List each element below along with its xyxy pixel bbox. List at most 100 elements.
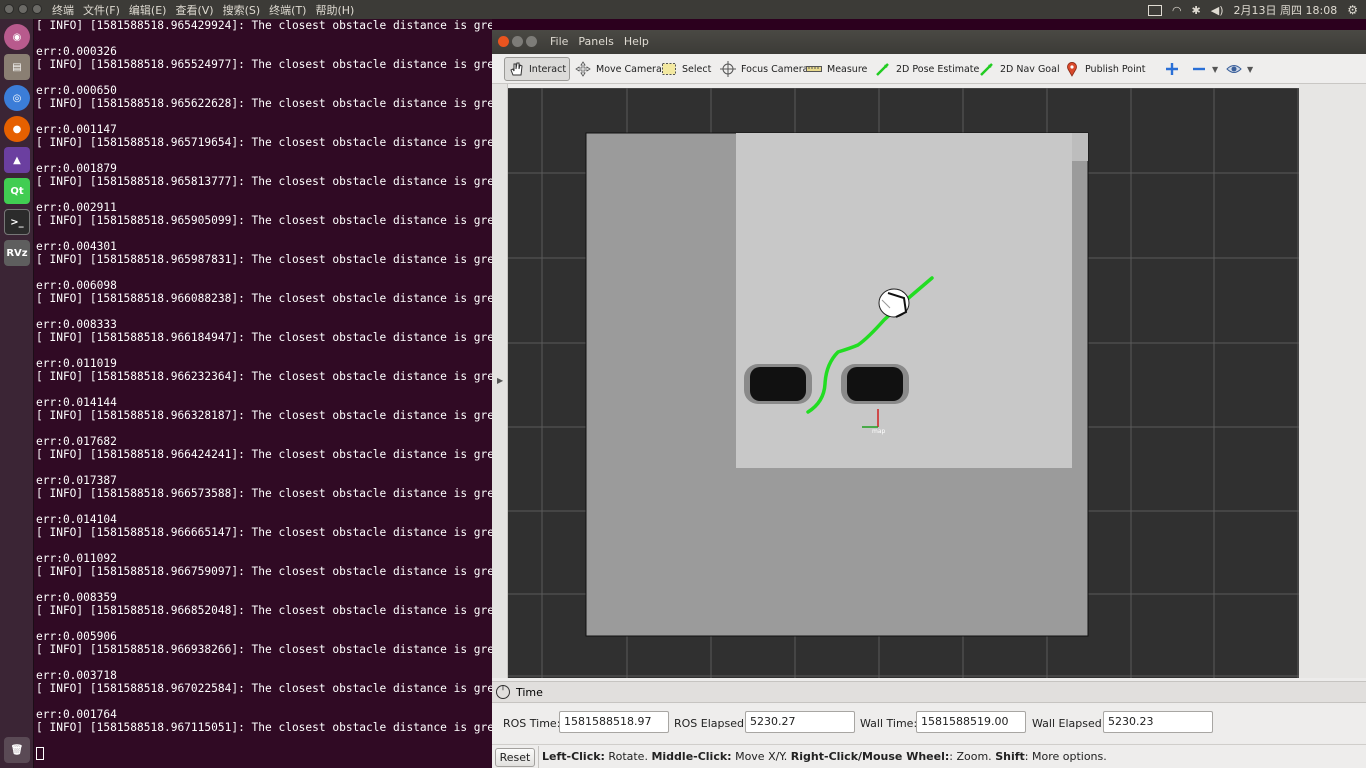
- bluetooth-icon[interactable]: ✱: [1192, 4, 1201, 17]
- app-icon[interactable]: ▲: [4, 147, 30, 173]
- firefox-icon[interactable]: ●: [4, 116, 30, 142]
- terminal-err-line: err:0.008333: [36, 318, 117, 331]
- terminal-info-line: [ INFO] [1581588518.965429924]: The clos…: [36, 19, 492, 32]
- hint-right-click-text: : Zoom.: [949, 750, 996, 763]
- menu-edit[interactable]: 编辑(E): [129, 2, 167, 18]
- terminal-info-line: [ INFO] [1581588518.965622628]: The clos…: [36, 97, 492, 110]
- maximize-icon[interactable]: [32, 4, 42, 14]
- time-panel-header: ╵ Time: [492, 681, 1366, 703]
- terminal-err-line: err:0.000326: [36, 45, 117, 58]
- terminal-output[interactable]: [ INFO] [1581588518.965429924]: The clos…: [34, 19, 492, 768]
- eye-icon: [1226, 65, 1242, 73]
- robot-model: [878, 288, 910, 318]
- wall-elapsed-field[interactable]: 5230.23: [1103, 711, 1213, 733]
- hint-shift: Shift: [995, 750, 1025, 763]
- visibility-button[interactable]: ▼: [1223, 57, 1256, 81]
- hint-left-click-text: Rotate.: [604, 750, 652, 763]
- ubuntu-logo-icon[interactable]: ◉: [4, 24, 30, 50]
- volume-icon[interactable]: ◀): [1211, 4, 1224, 17]
- green-arrow-icon: [876, 63, 889, 76]
- expand-arrow-icon[interactable]: ▶: [497, 376, 503, 385]
- chevron-down-icon: ▼: [1212, 64, 1219, 74]
- menu-view[interactable]: 查看(V): [175, 2, 213, 18]
- select-tool[interactable]: Select: [658, 57, 714, 81]
- maximize-icon[interactable]: [526, 36, 537, 47]
- system-tray: ◠ ✱ ◀) 2月13日 周四 18:08 ⚙: [1147, 2, 1358, 18]
- mouse-hint: Left-Click: Rotate. Middle-Click: Move X…: [538, 746, 1107, 768]
- wall-elapsed-label: Wall Elapsed:: [1032, 717, 1106, 730]
- terminal-icon[interactable]: >_: [4, 209, 30, 235]
- nav-goal-tool[interactable]: 2D Nav Goal: [976, 57, 1063, 81]
- right-panel-collapsed[interactable]: [1299, 84, 1366, 678]
- terminal-err-line: err:0.017682: [36, 435, 117, 448]
- interact-tool[interactable]: Interact: [504, 57, 571, 81]
- gear-icon[interactable]: ⚙: [1347, 3, 1358, 17]
- map-scene[interactable]: map: [508, 88, 1299, 678]
- terminal-info-line: [ INFO] [1581588518.965524977]: The clos…: [36, 58, 492, 71]
- menu-terminal[interactable]: 终端: [52, 2, 74, 18]
- minimize-icon[interactable]: [512, 36, 523, 47]
- move-camera-tool[interactable]: Move Camera: [572, 57, 665, 81]
- remove-tool-button[interactable]: ▼: [1188, 57, 1221, 81]
- plus-icon: [1166, 63, 1178, 75]
- menu-help[interactable]: 帮助(H): [315, 2, 354, 18]
- focus-camera-tool[interactable]: Focus Camera: [717, 57, 811, 81]
- green-arrow-icon: [980, 63, 993, 76]
- menu-file[interactable]: File: [550, 35, 568, 48]
- 3d-viewport[interactable]: map: [508, 88, 1299, 678]
- pose-estimate-tool[interactable]: 2D Pose Estimate: [872, 57, 982, 81]
- ros-elapsed-field[interactable]: 5230.27: [745, 711, 855, 733]
- terminal-err-line: err:0.000650: [36, 84, 117, 97]
- wifi-icon[interactable]: ◠: [1172, 4, 1182, 17]
- interact-label: Interact: [529, 63, 567, 75]
- hint-middle-click-text: Move X/Y.: [731, 750, 791, 763]
- terminal-cursor: [36, 747, 44, 760]
- left-panel-collapsed[interactable]: ▶: [492, 84, 508, 678]
- terminal-info-line: [ INFO] [1581588518.966424241]: The clos…: [36, 448, 492, 461]
- pose-estimate-label: 2D Pose Estimate: [896, 63, 980, 75]
- input-method-icon[interactable]: [1147, 4, 1162, 16]
- terminal-err-line: err:0.011092: [36, 552, 117, 565]
- rviz-icon[interactable]: RVz: [4, 240, 30, 266]
- wall-time-label: Wall Time:: [860, 717, 918, 730]
- terminal-info-line: [ INFO] [1581588518.966573588]: The clos…: [36, 487, 492, 500]
- close-icon[interactable]: [4, 4, 14, 14]
- top-panel: 终端 文件(F) 编辑(E) 查看(V) 搜索(S) 终端(T) 帮助(H) ◠…: [0, 0, 1366, 19]
- publish-point-tool[interactable]: Publish Point: [1061, 57, 1148, 81]
- menu-help[interactable]: Help: [624, 35, 649, 48]
- terminal-err-line: err:0.011019: [36, 357, 117, 370]
- terminal-info-line: [ INFO] [1581588518.966852048]: The clos…: [36, 604, 492, 617]
- terminal-err-line: err:0.008359: [36, 591, 117, 604]
- close-icon[interactable]: [498, 36, 509, 47]
- terminal-err-line: err:0.001879: [36, 162, 117, 175]
- rviz-menubar: File Panels Help: [550, 35, 649, 48]
- menu-file[interactable]: 文件(F): [83, 2, 120, 18]
- ros-time-label: ROS Time:: [503, 717, 561, 730]
- hand-icon: [510, 62, 523, 76]
- map-pin-icon: [1067, 62, 1077, 77]
- launcher: ◉ ▤ ◎ ● ▲ Qt >_ RVz 🗑: [0, 19, 34, 768]
- terminal-err-line: err:0.001764: [36, 708, 117, 721]
- ros-elapsed-label: ROS Elapsed:: [674, 717, 748, 730]
- terminal-info-line: [ INFO] [1581588518.966938266]: The clos…: [36, 643, 492, 656]
- menu-terminal-t[interactable]: 终端(T): [269, 2, 306, 18]
- focus-camera-label: Focus Camera: [741, 63, 809, 75]
- hint-right-click: Right-Click/Mouse Wheel:: [790, 750, 950, 763]
- measure-tool[interactable]: Measure: [803, 57, 870, 81]
- rviz-titlebar: File Panels Help: [492, 30, 1366, 54]
- obstacle-left: [744, 364, 812, 404]
- files-icon[interactable]: ▤: [4, 54, 30, 80]
- qt-creator-icon[interactable]: Qt: [4, 178, 30, 204]
- minimize-icon[interactable]: [18, 4, 28, 14]
- move-camera-label: Move Camera: [596, 63, 662, 75]
- menu-search[interactable]: 搜索(S): [223, 2, 261, 18]
- chromium-icon[interactable]: ◎: [4, 85, 30, 111]
- wall-time-field[interactable]: 1581588519.00: [916, 711, 1026, 733]
- add-tool-button[interactable]: [1161, 57, 1183, 81]
- trash-icon[interactable]: 🗑: [4, 737, 30, 763]
- terminal-info-line: [ INFO] [1581588518.966184947]: The clos…: [36, 331, 492, 344]
- clock[interactable]: 2月13日 周四 18:08: [1234, 2, 1338, 18]
- menu-panels[interactable]: Panels: [578, 35, 613, 48]
- ros-time-field[interactable]: 1581588518.97: [559, 711, 669, 733]
- reset-button[interactable]: Reset: [495, 748, 535, 767]
